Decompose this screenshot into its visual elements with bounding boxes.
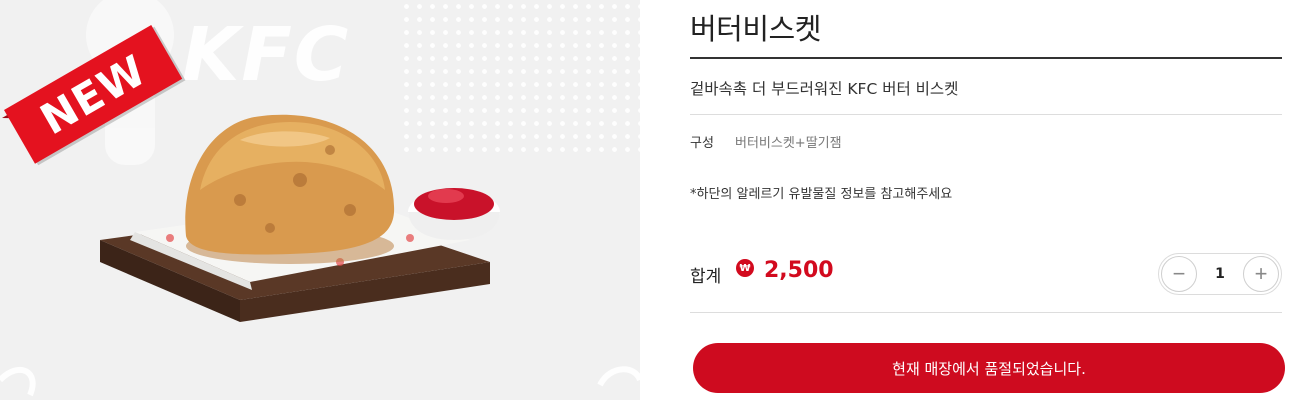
allergy-note: *하단의 알레르기 유발물질 정보를 참고해주세요 — [690, 187, 953, 202]
price-divider — [690, 312, 1282, 313]
title-divider — [690, 57, 1282, 59]
quantity-value: 1 — [1215, 266, 1225, 282]
won-currency-icon: ₩ — [736, 259, 754, 277]
product-title: 버터비스켓 — [690, 12, 821, 46]
product-info-panel: 버터비스켓 겉바속촉 더 부드러워진 KFC 버터 비스켓 구성 버터비스켓+딸… — [690, 0, 1285, 400]
quantity-decrease-button[interactable]: − — [1161, 256, 1197, 292]
sold-out-button[interactable]: 현재 매장에서 품절되었습니다. — [693, 343, 1285, 393]
description-divider — [690, 114, 1282, 115]
composition-label: 구성 — [690, 136, 714, 151]
composition-value: 버터비스켓+딸기잼 — [735, 136, 842, 151]
product-image-panel: KFC NEW — [0, 0, 640, 400]
total-price: 2,500 — [764, 258, 834, 283]
product-description: 겉바속촉 더 부드러워진 KFC 버터 비스켓 — [690, 80, 959, 98]
quantity-increase-button[interactable]: + — [1243, 256, 1279, 292]
total-label: 합계 — [690, 267, 722, 287]
quantity-stepper: − 1 + — [1158, 253, 1282, 295]
